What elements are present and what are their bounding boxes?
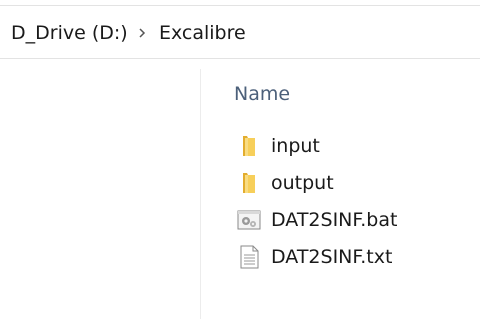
file-name: input (271, 135, 320, 157)
folder-icon (243, 136, 255, 156)
column-header-name[interactable]: Name (234, 81, 290, 107)
address-bar[interactable]: D_Drive (D:) Excalibre (0, 5, 480, 59)
navigation-pane (0, 59, 200, 319)
text-file-icon (240, 245, 259, 269)
file-explorer-window: D_Drive (D:) Excalibre Name input output (0, 0, 480, 319)
file-name: output (271, 172, 334, 194)
chevron-right-icon[interactable] (137, 28, 147, 38)
file-row-dat2sinf-txt[interactable]: DAT2SINF.txt (234, 240, 480, 277)
file-name: DAT2SINF.txt (271, 246, 393, 268)
breadcrumb-folder[interactable]: Excalibre (159, 20, 246, 46)
file-name: DAT2SINF.bat (271, 209, 398, 231)
folder-icon (243, 173, 255, 193)
file-row-output[interactable]: output (234, 166, 480, 203)
file-list: input output DAT2SINF.bat DAT2SINF.txt (234, 129, 480, 277)
pane-divider[interactable] (200, 69, 201, 319)
file-row-input[interactable]: input (234, 129, 480, 166)
breadcrumb-drive[interactable]: D_Drive (D:) (11, 20, 128, 46)
file-row-dat2sinf-bat[interactable]: DAT2SINF.bat (234, 203, 480, 240)
batch-file-icon (237, 210, 261, 230)
